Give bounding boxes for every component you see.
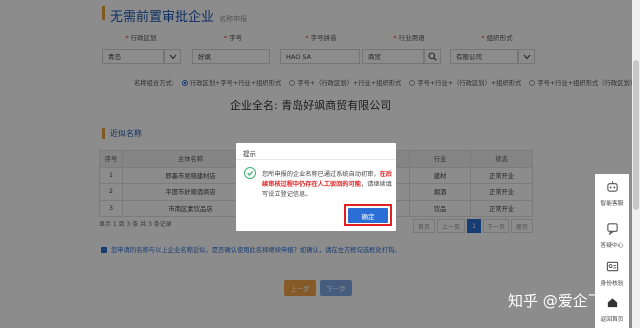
scrollbar-thumb[interactable] xyxy=(633,60,639,210)
home-icon xyxy=(607,298,617,308)
sidebar-item-label: 返回首页 xyxy=(600,317,624,323)
sidebar-item-label: 答疑中心 xyxy=(600,243,624,249)
qa-icon xyxy=(606,223,618,236)
dialog-divider xyxy=(236,159,396,160)
sidebar-item-qa[interactable]: 答疑中心 xyxy=(595,222,629,249)
sidebar-item-assistant[interactable]: 智能客服 xyxy=(595,180,629,207)
dialog-message: 您所申报的企业名称已通过系统自动初审，在后续审核过程中仍存在人工驳回的可能，请继… xyxy=(262,170,392,200)
robot-icon xyxy=(606,181,618,192)
sidebar-item-label: 身份核验 xyxy=(600,281,624,287)
sidebar-item-label: 智能客服 xyxy=(600,201,624,207)
dialog-message-part: 您所申报的企业名称已通过系统自动初审， xyxy=(262,171,380,178)
confirm-button[interactable]: 确定 xyxy=(348,208,388,223)
sidebar-item-verify[interactable]: 身份核验 xyxy=(595,260,629,287)
id-card-icon xyxy=(606,261,618,272)
scrollbar[interactable] xyxy=(632,0,640,328)
watermark: 知乎 @爱企飞 xyxy=(508,292,603,310)
dialog-title: 提示 xyxy=(243,150,256,158)
check-circle-icon xyxy=(244,167,256,179)
